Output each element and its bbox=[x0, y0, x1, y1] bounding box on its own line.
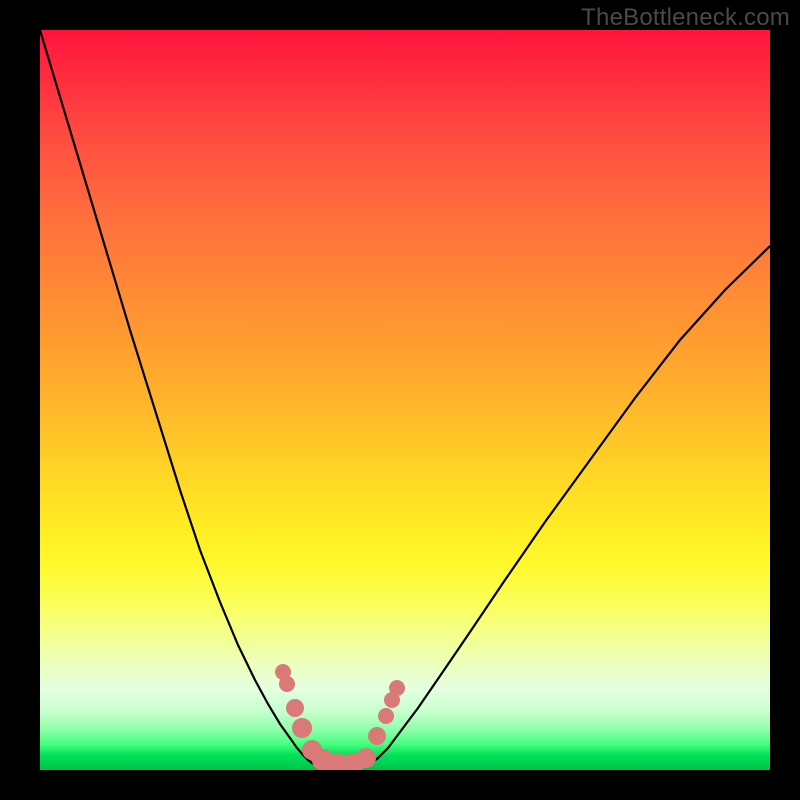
marker-group bbox=[275, 664, 405, 770]
marker-dot bbox=[378, 708, 394, 724]
right-curve bbox=[350, 246, 770, 768]
left-curve bbox=[40, 30, 350, 768]
marker-dot bbox=[356, 748, 376, 768]
marker-dot bbox=[368, 727, 386, 745]
chart-svg bbox=[40, 30, 770, 770]
marker-dot bbox=[286, 699, 304, 717]
plot-area bbox=[40, 30, 770, 770]
marker-dot bbox=[389, 680, 405, 696]
marker-dot bbox=[292, 718, 312, 738]
watermark-text: TheBottleneck.com bbox=[581, 4, 790, 32]
chart-frame: TheBottleneck.com bbox=[0, 0, 800, 800]
marker-dot bbox=[279, 676, 295, 692]
